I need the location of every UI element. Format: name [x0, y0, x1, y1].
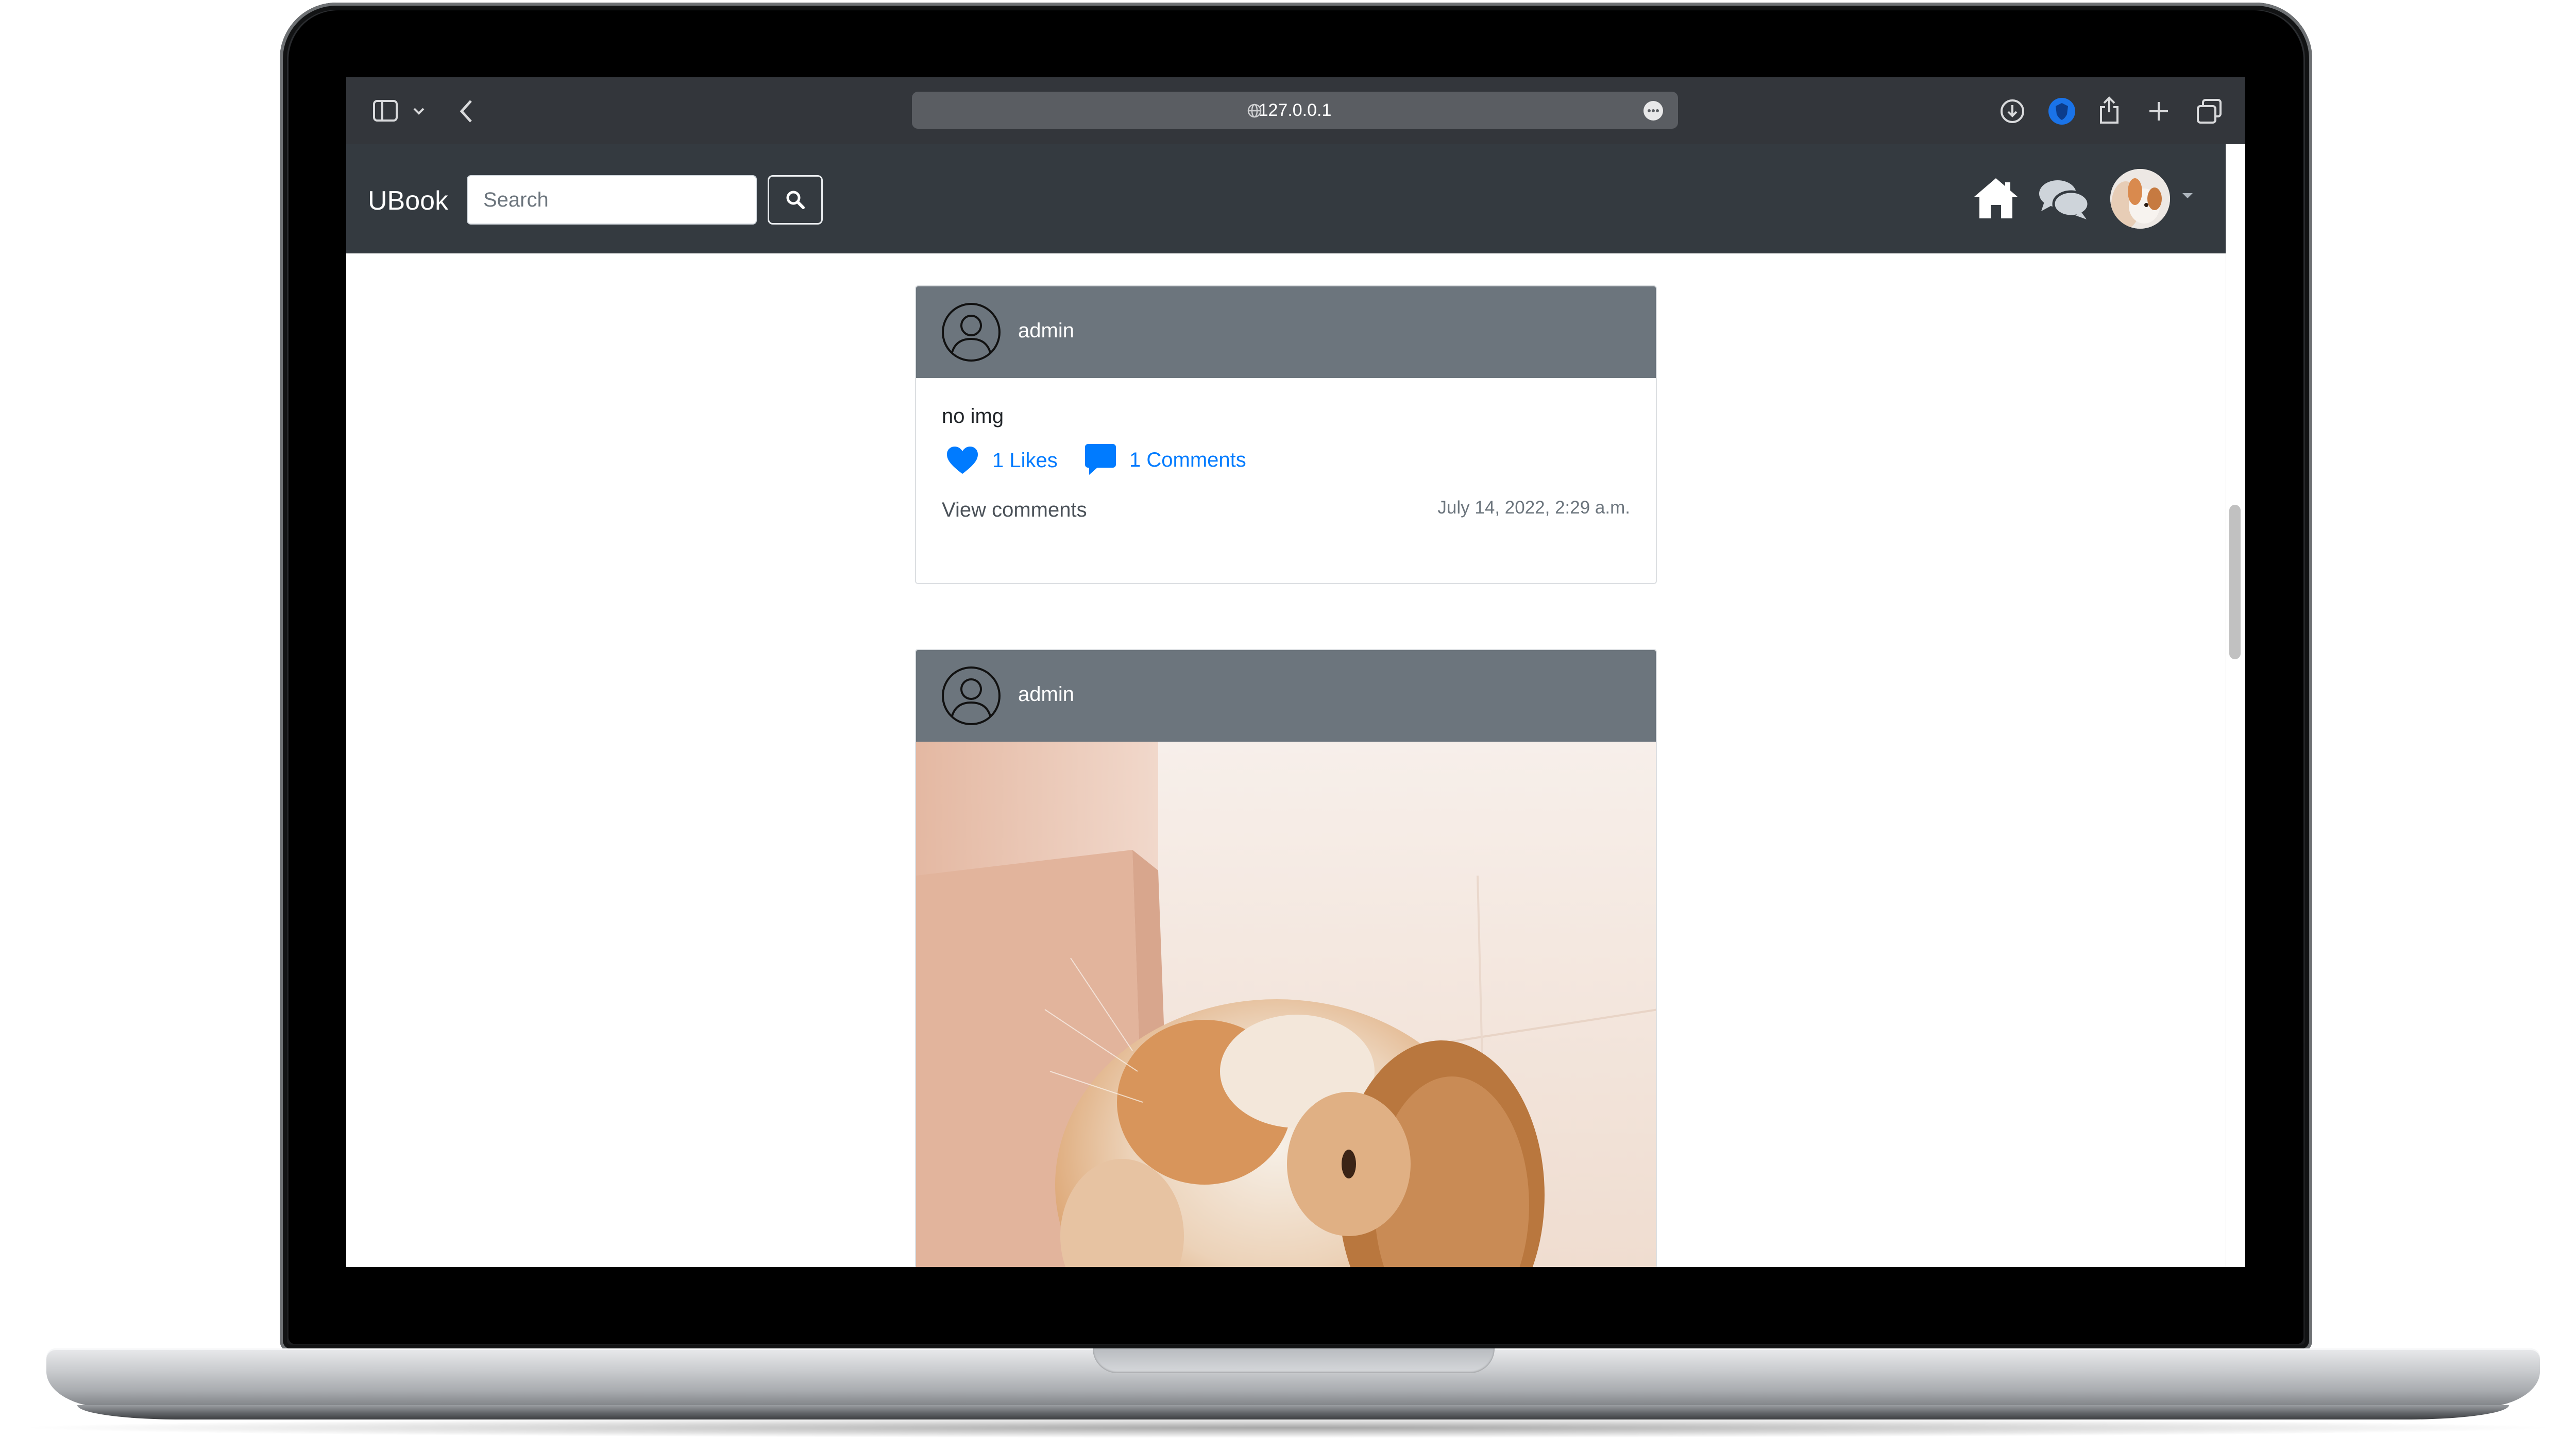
post-author[interactable]: admin [1018, 318, 1074, 343]
post-header: admin [916, 286, 1656, 378]
post-image[interactable] [916, 742, 1656, 1267]
laptop-shadow [10, 1417, 2566, 1438]
comment-icon [1085, 444, 1116, 475]
download-icon[interactable] [1999, 98, 2026, 125]
new-tab-icon[interactable] [2146, 99, 2171, 124]
address-text: 127.0.0.1 [1258, 100, 1332, 120]
dropdown-caret-icon[interactable] [2181, 192, 2194, 200]
brand-logo[interactable]: UBook [368, 185, 448, 216]
back-icon[interactable] [457, 97, 476, 126]
rabbit-avatar-image [2110, 169, 2170, 229]
search-input[interactable] [467, 175, 757, 225]
user-avatar-icon[interactable] [941, 665, 1002, 726]
comments-button[interactable]: 1 Comments [1084, 443, 1246, 477]
post-text: no img [942, 405, 1004, 427]
tab-overview-icon[interactable] [2195, 98, 2224, 126]
like-button[interactable]: 1 Likes [945, 445, 1058, 476]
chat-icon[interactable] [2037, 178, 2091, 221]
laptop-base-lip [77, 1405, 2509, 1419]
page-scrollbar[interactable] [2226, 144, 2245, 1267]
search-icon [786, 191, 805, 209]
more-icon[interactable] [1642, 100, 1664, 122]
heart-icon [947, 447, 978, 474]
laptop-notch [1093, 1348, 1495, 1373]
likes-count: 1 Likes [992, 449, 1058, 472]
sidebar-toggle-icon[interactable] [372, 97, 403, 126]
comments-count: 1 Comments [1129, 449, 1246, 471]
share-icon[interactable] [2097, 94, 2122, 126]
rabbit-photo [916, 742, 1656, 1267]
privacy-shield-icon[interactable] [2047, 97, 2076, 126]
user-avatar-icon[interactable] [941, 302, 1002, 363]
chevron-down-icon[interactable] [412, 106, 426, 116]
post-card: admin no img 1 Likes 1 Comments View com… [915, 285, 1657, 584]
view-comments-link[interactable]: View comments [942, 498, 1087, 522]
post-timestamp: July 14, 2022, 2:29 a.m. [1437, 498, 1630, 518]
profile-avatar[interactable] [2110, 169, 2170, 229]
browser-toolbar: 127.0.0.1 [346, 77, 2245, 144]
home-icon[interactable] [1971, 175, 2021, 220]
post-author[interactable]: admin [1018, 682, 1074, 707]
post-card: admin [915, 649, 1657, 1267]
browser-window: 127.0.0.1 UBook Search admin no img 1 Li… [346, 77, 2245, 1267]
search-button[interactable] [768, 175, 823, 225]
address-bar[interactable]: 127.0.0.1 [912, 92, 1678, 129]
scrollbar-thumb[interactable] [2229, 505, 2241, 659]
post-header: admin [916, 650, 1656, 742]
